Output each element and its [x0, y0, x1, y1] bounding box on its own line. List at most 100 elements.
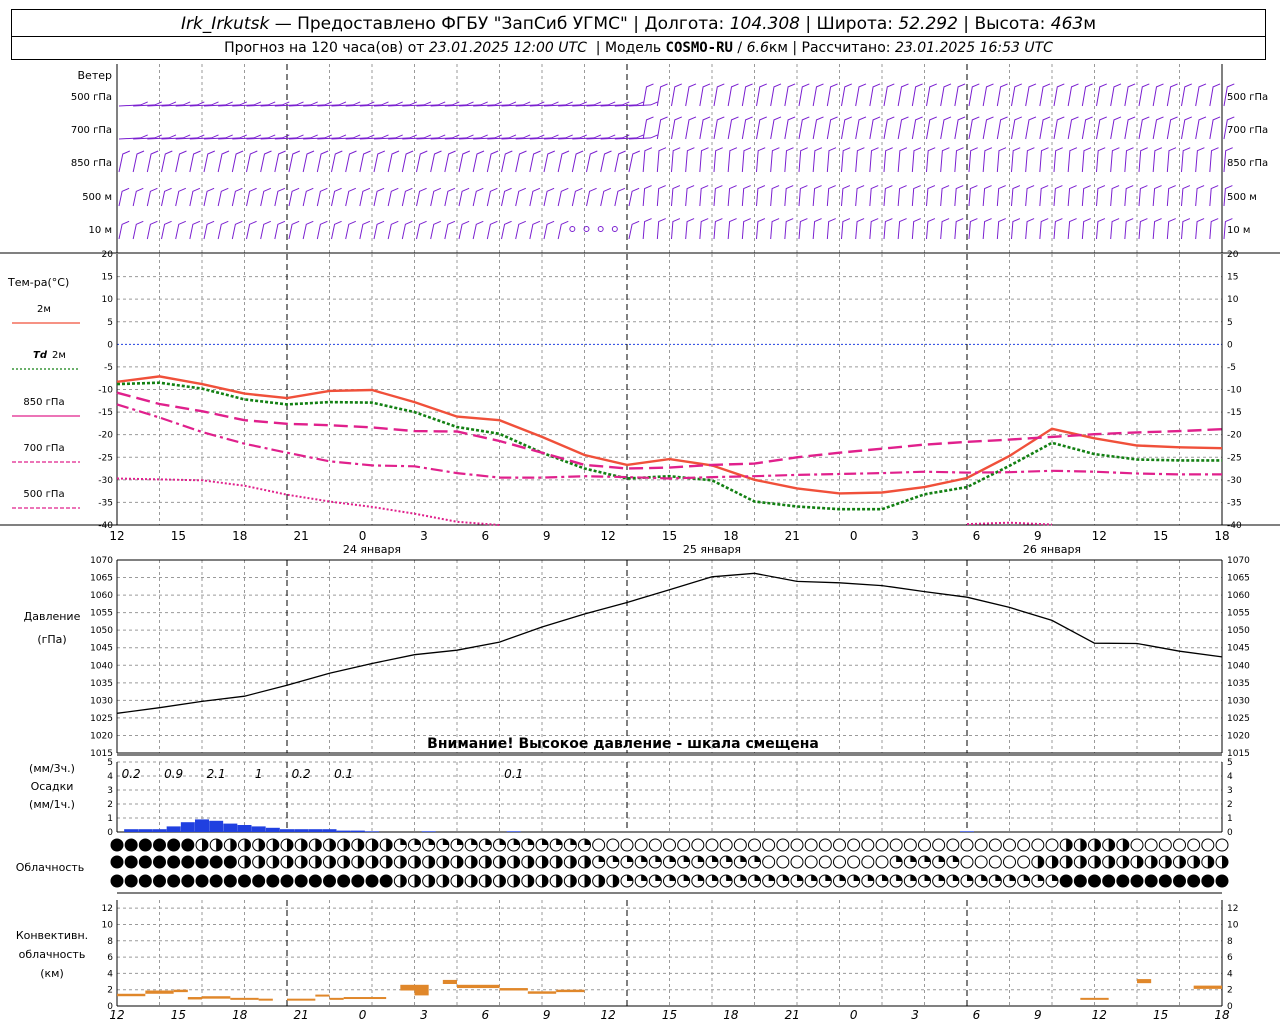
wind-barb: [401, 187, 413, 207]
wind-level-label-right: 850 гПа: [1227, 158, 1268, 169]
cloud-symbol-half: [301, 856, 308, 868]
wind-barb: [968, 218, 978, 240]
pressure-ytick: 1060: [90, 591, 113, 601]
cloud-symbol-quarter: [896, 856, 903, 862]
wind-barb: [1067, 185, 1077, 207]
pressure-ytick: 1070: [90, 556, 113, 566]
conv-bar: [1193, 985, 1222, 989]
wind-barb: [1096, 218, 1106, 240]
cloud-symbol: [280, 874, 294, 888]
temp-ytick-right: 15: [1227, 273, 1238, 283]
cloud-symbol-half: [527, 856, 534, 868]
cloud-symbol: [889, 838, 903, 852]
wind-barb: [685, 147, 695, 173]
cloud-symbol: [195, 855, 209, 869]
pressure-ytick-right: 1050: [1227, 626, 1250, 636]
wind-barb: [458, 150, 470, 173]
wind-barb: [1152, 185, 1162, 207]
conv-xtick-label: 18: [232, 1008, 248, 1022]
wind-barb: [1025, 83, 1037, 107]
cloud-symbol-half: [1066, 839, 1073, 851]
cloud-symbol: [1187, 874, 1201, 888]
temp-ytick: -20: [98, 431, 113, 441]
wind-barb: [316, 220, 328, 240]
conv-ytick-right: 4: [1227, 969, 1233, 979]
cloud-symbol: [365, 874, 379, 888]
cloud-symbol-half: [570, 875, 577, 887]
cloud-symbol: [1130, 838, 1144, 852]
pressure-ytick-right: 1030: [1227, 696, 1250, 706]
wind-barb: [1067, 116, 1079, 140]
conv-xtick-label: 15: [171, 1008, 186, 1022]
wind-barb: [246, 187, 257, 207]
wind-barb: [982, 83, 994, 107]
wind-barb: [444, 220, 456, 240]
wind-barb: [486, 220, 498, 240]
wind-barb: [175, 150, 187, 173]
cloud-symbol-half: [202, 839, 208, 851]
precip-ytick: 2: [107, 800, 113, 810]
cloud-symbol: [209, 855, 223, 869]
cloud-symbol: [790, 855, 804, 869]
cloud-symbol-half: [357, 856, 364, 868]
wind-barb: [161, 150, 173, 173]
wind-barb: [557, 150, 570, 173]
wind-barb: [175, 220, 186, 240]
wind-barb: [1124, 218, 1134, 240]
wind-barb: [1067, 147, 1078, 173]
wind-barb: [189, 187, 201, 207]
wind-barb: [246, 150, 258, 173]
wind-barb: [416, 150, 428, 173]
cloud-symbol: [1130, 874, 1144, 888]
cloud-symbol: [195, 874, 209, 888]
wind-barb: [515, 187, 526, 207]
temp-ytick: 10: [102, 295, 114, 305]
wind-barb: [642, 116, 654, 140]
wind-barb: [1011, 83, 1022, 107]
cloud-symbol: [223, 855, 237, 869]
cloud-symbol-quarter: [910, 856, 917, 862]
wind-barb: [217, 187, 229, 207]
wind-barb: [1011, 218, 1021, 240]
conv-bar: [527, 991, 557, 994]
wind-barb: [954, 218, 964, 240]
wind-barb: [713, 116, 725, 140]
pressure-ytick: 1045: [90, 644, 113, 654]
conv-xtick-label: 18: [723, 1008, 739, 1022]
wind-barb: [826, 218, 836, 240]
wind-barb: [189, 150, 201, 173]
wind-barb: [444, 150, 456, 173]
cloud-symbol: [762, 855, 776, 869]
day-label: 25 января: [683, 543, 741, 556]
conv-xtick-label: 3: [911, 1008, 919, 1022]
wind-barb: [1053, 185, 1063, 207]
wind-barb: [1181, 83, 1192, 107]
wind-barb: [373, 150, 385, 173]
cloud-symbol: [209, 874, 223, 888]
cloud-symbol-quarter: [627, 875, 633, 881]
cloud-symbol: [1073, 874, 1087, 888]
conv-xtick-label: 9: [1034, 1008, 1042, 1022]
cloud-symbol: [620, 838, 634, 852]
wind-barb: [1166, 218, 1176, 240]
wind-barb: [1067, 83, 1079, 107]
precip-bar: [336, 830, 351, 832]
wind-barb: [1110, 116, 1122, 140]
wind-barb: [1110, 83, 1122, 107]
wind-barb: [855, 116, 867, 140]
cloud-symbol: [663, 838, 676, 852]
wind-barb: [1166, 83, 1178, 107]
conv-ytick-right: 12: [1227, 904, 1238, 914]
wind-barb: [756, 218, 766, 240]
cloud-symbol: [153, 855, 166, 869]
wind-barb: [1039, 116, 1051, 140]
wind-barb: [501, 220, 512, 240]
wind-barb: [472, 220, 484, 240]
pressure-ytick: 1025: [90, 714, 113, 724]
temp-xtick-label: 6: [973, 529, 981, 543]
cloud-symbol-half: [1179, 856, 1186, 868]
wind-barb: [855, 147, 865, 173]
conv-ytick-right: 2: [1227, 986, 1233, 996]
cloud-symbol-half: [485, 875, 492, 887]
cloud-symbol-quarter: [471, 839, 478, 845]
